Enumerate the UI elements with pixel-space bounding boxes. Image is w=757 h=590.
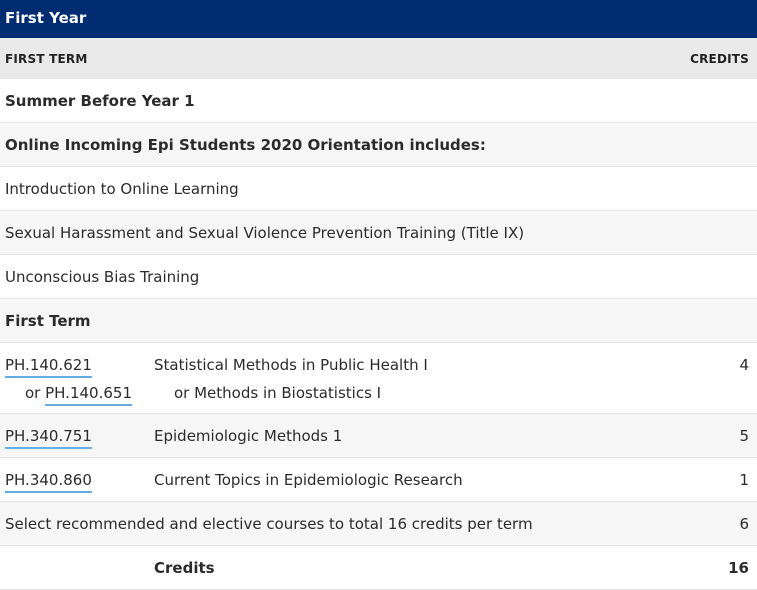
orientation-item: Sexual Harassment and Sexual Violence Pr… — [5, 223, 525, 242]
course-code-link[interactable]: PH.340.751 — [5, 427, 92, 449]
course-credits: 1 — [739, 471, 749, 489]
orientation-item: Unconscious Bias Training — [5, 267, 200, 286]
summer-heading-row: Summer Before Year 1 — [0, 79, 757, 123]
orientation-item-row: Introduction to Online Learning — [0, 167, 757, 211]
course-row: PH.140.621 or PH.140.651 Statistical Met… — [0, 343, 757, 414]
orientation-heading-row: Online Incoming Epi Students 2020 Orient… — [0, 123, 757, 167]
orientation-item-row: Sexual Harassment and Sexual Violence Pr… — [0, 211, 757, 255]
first-term-heading: First Term — [5, 311, 91, 330]
orientation-item: Introduction to Online Learning — [5, 179, 239, 198]
course-title: Epidemiologic Methods 1 — [154, 427, 343, 445]
orientation-heading: Online Incoming Epi Students 2020 Orient… — [5, 135, 486, 154]
course-code-cell: PH.340.751 — [5, 427, 154, 449]
total-credits-value: 16 — [728, 558, 749, 577]
elective-row: Select recommended and elective courses … — [0, 502, 757, 546]
course-title: Current Topics in Epidemiologic Research — [154, 471, 463, 489]
course-code-cell: PH.340.860 — [5, 471, 154, 493]
total-credits-label: Credits — [154, 558, 215, 577]
summer-heading: Summer Before Year 1 — [5, 91, 195, 110]
course-credits: 4 — [739, 356, 749, 374]
elective-text: Select recommended and elective courses … — [5, 514, 533, 533]
course-title-cell: Statistical Methods in Public Health I o… — [154, 356, 757, 402]
column-header-row: FIRST TERM CREDITS — [0, 38, 757, 79]
orientation-item-row: Unconscious Bias Training — [0, 255, 757, 299]
elective-credits: 6 — [739, 514, 749, 533]
year-title: First Year — [0, 0, 757, 38]
course-credits: 5 — [739, 427, 749, 445]
course-plan-table: First Year FIRST TERM CREDITS Summer Bef… — [0, 0, 757, 590]
course-title: Statistical Methods in Public Health I — [154, 356, 428, 374]
term-column-header: FIRST TERM — [5, 51, 88, 66]
alt-course-title: or Methods in Biostatistics I — [174, 384, 382, 402]
total-credits-row: Credits 16 — [0, 546, 757, 590]
course-row: PH.340.751 Epidemiologic Methods 1 5 — [0, 414, 757, 458]
credits-column-header: CREDITS — [690, 51, 749, 66]
first-term-heading-row: First Term — [0, 299, 757, 343]
course-code-cell: PH.140.621 or PH.140.651 — [5, 356, 154, 406]
course-code-link[interactable]: PH.340.860 — [5, 471, 92, 493]
alt-course-code-link[interactable]: PH.140.651 — [45, 384, 132, 406]
alt-prefix: or — [25, 384, 46, 402]
course-code-link[interactable]: PH.140.621 — [5, 356, 92, 378]
course-row: PH.340.860 Current Topics in Epidemiolog… — [0, 458, 757, 502]
